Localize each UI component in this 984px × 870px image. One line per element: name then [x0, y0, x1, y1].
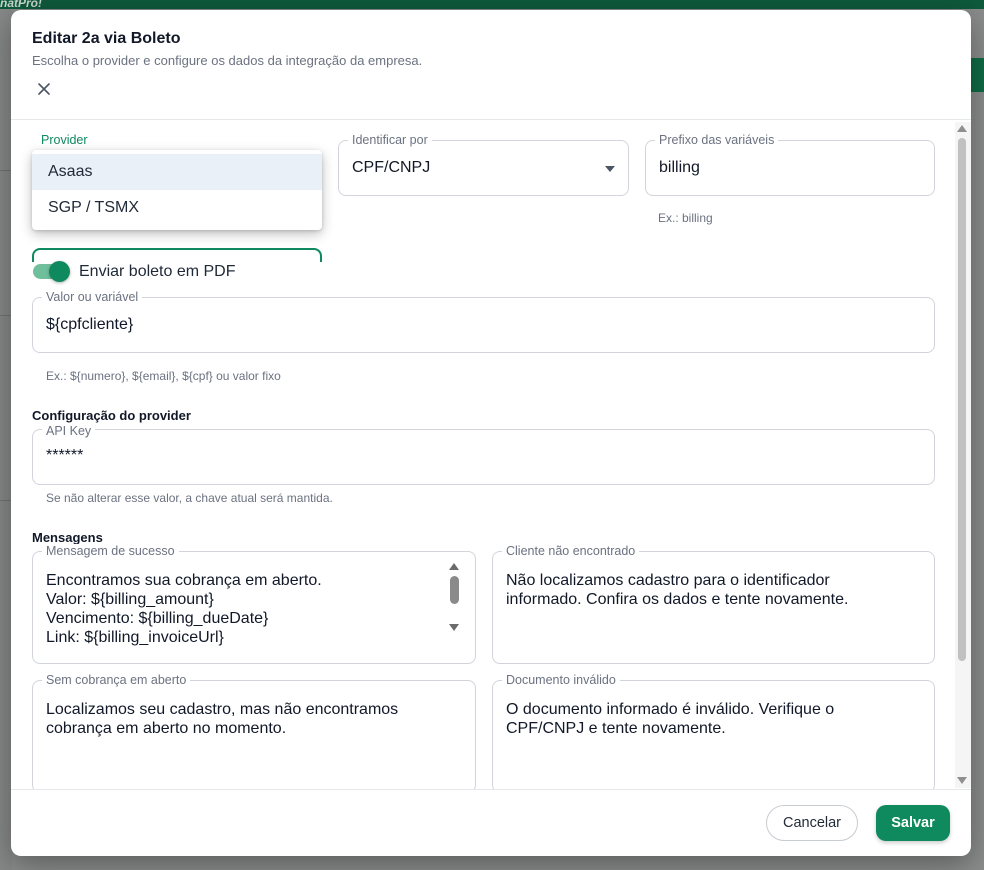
footer-divider	[11, 789, 971, 790]
background-button	[971, 58, 984, 92]
provider-label: Provider	[37, 133, 92, 147]
prefixo-variaveis-input[interactable]: Prefixo das variáveis billing	[645, 133, 935, 196]
close-icon	[38, 83, 50, 95]
api-key-helper-text: Se não alterar esse valor, a chave atual…	[46, 491, 333, 505]
textarea-scrollbar-thumb[interactable]	[450, 576, 459, 604]
modal-scrollbar-thumb[interactable]	[958, 138, 966, 661]
scroll-down-arrow-icon[interactable]	[957, 777, 967, 784]
api-key-input[interactable]: API Key ******	[32, 424, 935, 485]
mensagens-title: Mensagens	[32, 530, 103, 545]
provider-option-asaas[interactable]: Asaas	[32, 154, 322, 190]
chevron-down-icon	[605, 166, 615, 172]
documento-invalido-textarea[interactable]: Documento inválido O documento informado…	[492, 673, 935, 789]
mensagem-sucesso-label: Mensagem de sucesso	[42, 544, 179, 558]
valor-variavel-label: Valor ou variável	[42, 290, 143, 304]
modal-body: Identificar por CPF/CNPJ Prefixo das var…	[11, 120, 971, 789]
mensagem-sucesso-value: Encontramos sua cobrança em aberto. Valo…	[46, 572, 322, 646]
modal-title: Editar 2a via Boleto	[32, 30, 181, 47]
identificar-por-select[interactable]: Identificar por CPF/CNPJ	[338, 133, 629, 196]
identificar-por-label: Identificar por	[348, 133, 432, 147]
cliente-nao-encontrado-value: Não localizamos cadastro para o identifi…	[506, 572, 849, 608]
sem-cobranca-label: Sem cobrança em aberto	[42, 673, 191, 687]
sem-cobranca-value: Localizamos seu cadastro, mas não encont…	[46, 701, 399, 737]
prefixo-helper-text: Ex.: billing	[658, 211, 713, 225]
valor-variavel-input[interactable]: Valor ou variável ${cpfcliente}	[32, 290, 935, 353]
mensagem-sucesso-textarea[interactable]: Mensagem de sucesso Encontramos sua cobr…	[32, 544, 476, 664]
cancel-button[interactable]: Cancelar	[766, 805, 858, 841]
valor-variavel-value: ${cpfcliente}	[46, 316, 134, 333]
background-logo: natPro!	[0, 0, 42, 10]
valor-helper-text: Ex.: ${numero}, ${email}, ${cpf} ou valo…	[46, 369, 281, 383]
provider-option-sgp-tsmx[interactable]: SGP / TSMX	[32, 190, 322, 226]
documento-invalido-value: O documento informado é inválido. Verifi…	[506, 701, 835, 737]
textarea-scroll-up-arrow[interactable]	[449, 563, 459, 570]
config-provider-title: Configuração do provider	[32, 408, 191, 423]
cliente-nao-encontrado-label: Cliente não encontrado	[502, 544, 640, 558]
background-topbar	[0, 0, 984, 9]
provider-dropdown-menu: Asaas SGP / TSMX	[32, 150, 322, 230]
scroll-up-arrow-icon[interactable]	[957, 125, 967, 132]
prefixo-variaveis-label: Prefixo das variáveis	[655, 133, 779, 147]
identificar-por-value: CPF/CNPJ	[352, 159, 431, 176]
api-key-label: API Key	[42, 424, 96, 438]
modal-subtitle: Escolha o provider e configure os dados …	[32, 53, 423, 68]
documento-invalido-label: Documento inválido	[502, 673, 620, 687]
api-key-value: ******	[46, 447, 84, 464]
textarea-scroll-down-arrow[interactable]	[449, 624, 459, 631]
prefixo-variaveis-value: billing	[659, 159, 700, 176]
edit-boleto-modal: Editar 2a via Boleto Escolha o provider …	[11, 10, 971, 856]
pdf-toggle-label: Enviar boleto em PDF	[79, 263, 236, 280]
pdf-toggle-switch[interactable]	[49, 261, 70, 282]
cliente-nao-encontrado-textarea[interactable]: Cliente não encontrado Não localizamos c…	[492, 544, 935, 664]
close-button[interactable]	[33, 78, 55, 100]
provider-select[interactable]	[32, 248, 322, 262]
sem-cobranca-textarea[interactable]: Sem cobrança em aberto Localizamos seu c…	[32, 673, 476, 789]
save-button[interactable]: Salvar	[876, 805, 950, 841]
